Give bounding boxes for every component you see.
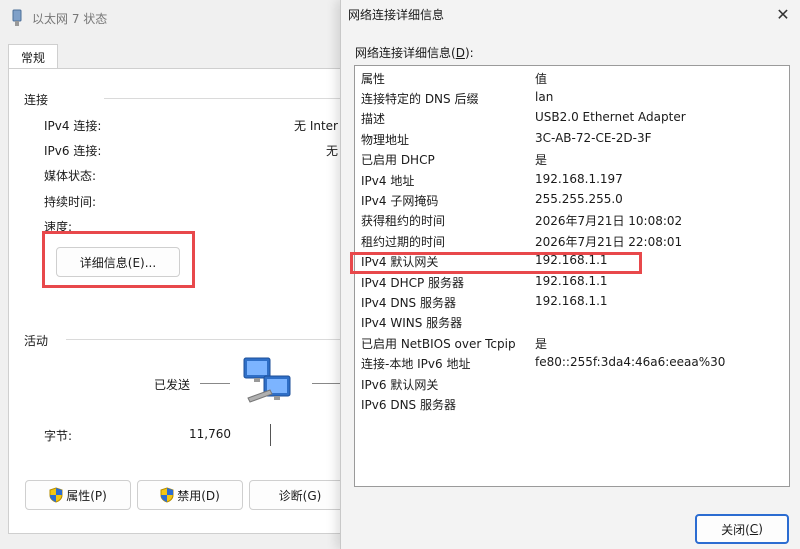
list-item-property: IPv4 DHCP 服务器 <box>361 275 465 290</box>
list-item-value: lan <box>535 90 554 104</box>
list-item[interactable]: 连接特定的 DNS 后缀 lan <box>355 88 787 108</box>
list-item-property: 描述 <box>361 112 386 127</box>
list-item-property: 租约过期的时间 <box>361 234 446 249</box>
list-header: 属性 值 <box>355 68 787 88</box>
duration-label: 持续时间: <box>44 195 97 209</box>
list-item[interactable]: IPv4 DNS 服务器 192.168.1.1 <box>355 292 787 312</box>
list-item[interactable]: 已启用 DHCP 是 <box>355 149 787 169</box>
list-item-value: USB2.0 Ethernet Adapter <box>535 110 686 125</box>
dialog-title: 网络连接详细信息 <box>348 7 445 22</box>
column-header-property[interactable]: 属性 <box>361 70 385 87</box>
network-adapter-icon <box>12 9 22 26</box>
default-gateway-highlight <box>350 252 642 274</box>
list-item[interactable]: IPv6 默认网关 <box>355 374 787 394</box>
list-item-value: 2026年7月21日 22:08:01 <box>535 234 683 249</box>
close-button-label-suffix: ) <box>758 522 763 536</box>
list-item-value: 192.168.1.197 <box>535 171 623 186</box>
list-item[interactable]: IPv6 DNS 服务器 <box>355 394 787 414</box>
list-item-value: fe80::255f:3da4:46a6:eeaa%30 <box>535 355 726 370</box>
diagnose-button-label: 诊断(G) <box>278 488 322 503</box>
uac-shield-icon <box>160 487 174 503</box>
list-item[interactable]: IPv4 DHCP 服务器 192.168.1.1 <box>355 272 787 292</box>
activity-group-label: 活动 <box>24 334 49 348</box>
list-item[interactable]: 描述 USB2.0 Ethernet Adapter <box>355 108 787 128</box>
list-item-value: 是 <box>535 336 548 351</box>
details-list-label-prefix: 网络连接详细信息( <box>355 46 456 60</box>
sent-label: 已发送 <box>154 378 191 392</box>
close-button-label-prefix: 关闭( <box>721 522 750 537</box>
list-item[interactable]: 已启用 NetBIOS over Tcpip 是 <box>355 333 787 353</box>
list-item-property: 已启用 NetBIOS over Tcpip <box>361 336 516 351</box>
status-window-titlebar: 以太网 7 状态 <box>10 4 107 32</box>
diagnose-button[interactable]: 诊断(G) <box>249 480 351 510</box>
properties-button-label: 属性(P) <box>66 488 107 503</box>
close-button[interactable]: 关闭(C) <box>695 514 789 544</box>
list-item[interactable]: 租约过期的时间 2026年7月21日 22:08:01 <box>355 231 787 251</box>
list-item[interactable]: IPv4 子网掩码 255.255.255.0 <box>355 190 787 210</box>
sent-connector-line <box>200 383 230 384</box>
connection-group-label: 连接 <box>24 93 49 107</box>
details-list-label: 网络连接详细信息(D): <box>355 44 474 61</box>
list-item-property: 物理地址 <box>361 132 410 147</box>
list-item-property: IPv4 DNS 服务器 <box>361 296 456 310</box>
disable-button[interactable]: 禁用(D) <box>137 480 243 510</box>
media-state-label: 媒体状态: <box>44 169 97 183</box>
bytes-sent-value: 11,760 <box>189 427 231 441</box>
connection-group-divider <box>104 98 340 99</box>
tab-general[interactable]: 常规 <box>8 44 58 69</box>
details-list-label-accesskey: D <box>455 46 465 60</box>
list-item[interactable]: IPv4 WINS 服务器 <box>355 312 787 332</box>
disable-button-label: 禁用(D) <box>177 488 220 503</box>
list-item[interactable]: 连接-本地 IPv6 地址 fe80::255f:3da4:46a6:eeaa%3… <box>355 353 787 373</box>
list-item-property: 连接特定的 DNS 后缀 <box>361 92 479 106</box>
list-item-property: 连接-本地 IPv6 地址 <box>361 357 471 372</box>
list-item[interactable]: 物理地址 3C-AB-72-CE-2D-3F <box>355 129 787 149</box>
bytes-label: 字节: <box>44 429 73 443</box>
list-item-property: IPv6 DNS 服务器 <box>361 398 456 412</box>
list-item-value: 是 <box>535 153 548 168</box>
received-connector-line <box>312 383 340 384</box>
details-button[interactable]: 详细信息(E)... <box>56 247 180 277</box>
ipv6-connectivity-label: IPv6 连接: <box>44 144 102 158</box>
uac-shield-icon <box>49 487 63 503</box>
close-icon[interactable]: ✕ <box>770 2 796 26</box>
list-item-property: IPv4 子网掩码 <box>361 194 439 208</box>
list-item[interactable]: IPv4 地址 192.168.1.197 <box>355 170 787 190</box>
ipv6-connectivity-value: 无 <box>326 144 339 158</box>
list-item-property: IPv4 WINS 服务器 <box>361 316 463 331</box>
list-item-property: 已启用 DHCP <box>361 153 435 168</box>
list-item-property: IPv4 地址 <box>361 173 415 188</box>
list-item-property: 获得租约的时间 <box>361 214 446 229</box>
details-list[interactable]: 属性 值 连接特定的 DNS 后缀 lan 描述 USB2.0 Ethernet Ad… <box>354 65 790 487</box>
properties-button[interactable]: 属性(P) <box>25 480 131 510</box>
activity-group-divider <box>66 339 340 340</box>
list-item-value: 2026年7月21日 10:08:02 <box>535 214 683 229</box>
details-list-label-suffix: ): <box>464 46 474 60</box>
ipv4-connectivity-label: IPv4 连接: <box>44 119 102 133</box>
ipv4-connectivity-value: 无 Inter <box>294 119 338 133</box>
list-item-property: IPv6 默认网关 <box>361 377 439 392</box>
close-button-accesskey: C <box>749 522 759 536</box>
list-item-value: 255.255.255.0 <box>535 192 623 206</box>
list-item-value: 192.168.1.1 <box>535 273 608 288</box>
list-item-value: 192.168.1.1 <box>535 294 608 308</box>
general-panel <box>8 68 350 534</box>
network-computers-icon <box>243 357 291 403</box>
bytes-separator <box>270 424 271 446</box>
column-header-value[interactable]: 值 <box>535 70 547 87</box>
list-item[interactable]: 获得租约的时间 2026年7月21日 10:08:02 <box>355 210 787 230</box>
status-window-title: 以太网 7 状态 <box>32 11 108 26</box>
list-item-value: 3C-AB-72-CE-2D-3F <box>535 130 652 145</box>
